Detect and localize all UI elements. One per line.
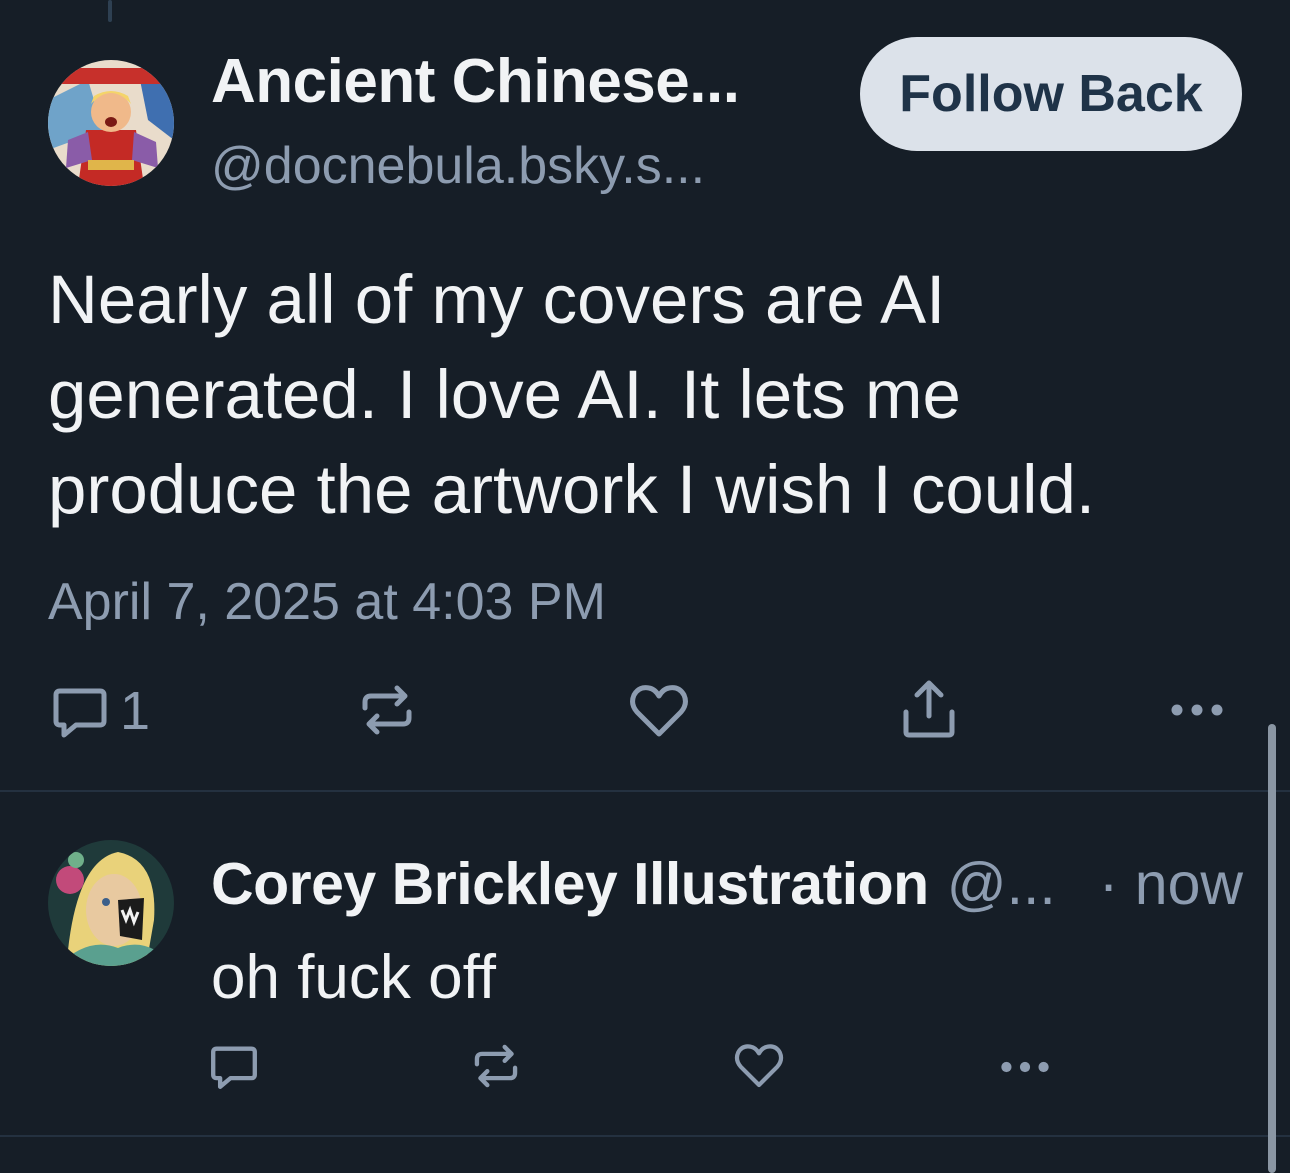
reply-like-action[interactable] [733, 1040, 785, 1090]
reply-reply-action[interactable] [208, 1040, 260, 1092]
reply-author-avatar[interactable] [48, 840, 174, 966]
illustrated-portrait-avatar-image [48, 840, 174, 966]
follow-back-button[interactable]: Follow Back [860, 37, 1242, 151]
more-action[interactable] [1168, 696, 1226, 724]
share-icon [903, 680, 955, 738]
post-divider [0, 790, 1290, 792]
share-action[interactable] [900, 678, 958, 740]
repost-icon [362, 685, 412, 735]
post-text: Nearly all of my covers are AI generated… [48, 261, 1095, 528]
repost-action[interactable] [357, 680, 417, 740]
reply-icon [211, 1046, 257, 1089]
reply-header: Corey Brickley Illustration @... · now [211, 850, 1251, 918]
author-name[interactable]: Ancient Chinese... [211, 46, 740, 117]
reply-author-handle[interactable]: @... [947, 850, 1056, 918]
like-icon [734, 1044, 784, 1088]
like-icon [630, 685, 688, 737]
author-handle[interactable]: @docnebula.bsky.s... [211, 136, 705, 196]
reply-divider [0, 1135, 1290, 1137]
more-icon [1171, 704, 1223, 716]
reply-count: 1 [120, 681, 151, 741]
like-action[interactable] [628, 680, 690, 740]
reply-action[interactable]: 1 [50, 680, 150, 742]
reply-repost-action[interactable] [470, 1040, 522, 1092]
reply-more-action[interactable] [997, 1054, 1053, 1080]
reply-text: oh fuck off [211, 943, 496, 1012]
reply-timestamp[interactable]: · now [1099, 850, 1251, 918]
more-icon [1001, 1061, 1049, 1073]
reply-author-name[interactable]: Corey Brickley Illustration [211, 850, 929, 918]
scrollbar[interactable] [1268, 724, 1276, 1173]
main-post: Ancient Chinese... @docnebula.bsky.s... … [0, 0, 1290, 790]
author-avatar[interactable] [48, 60, 174, 186]
comic-hero-avatar-image [48, 60, 174, 186]
repost-icon [474, 1044, 518, 1088]
reply-icon [53, 688, 107, 738]
post-timestamp[interactable]: April 7, 2025 at 4:03 PM [48, 572, 606, 632]
